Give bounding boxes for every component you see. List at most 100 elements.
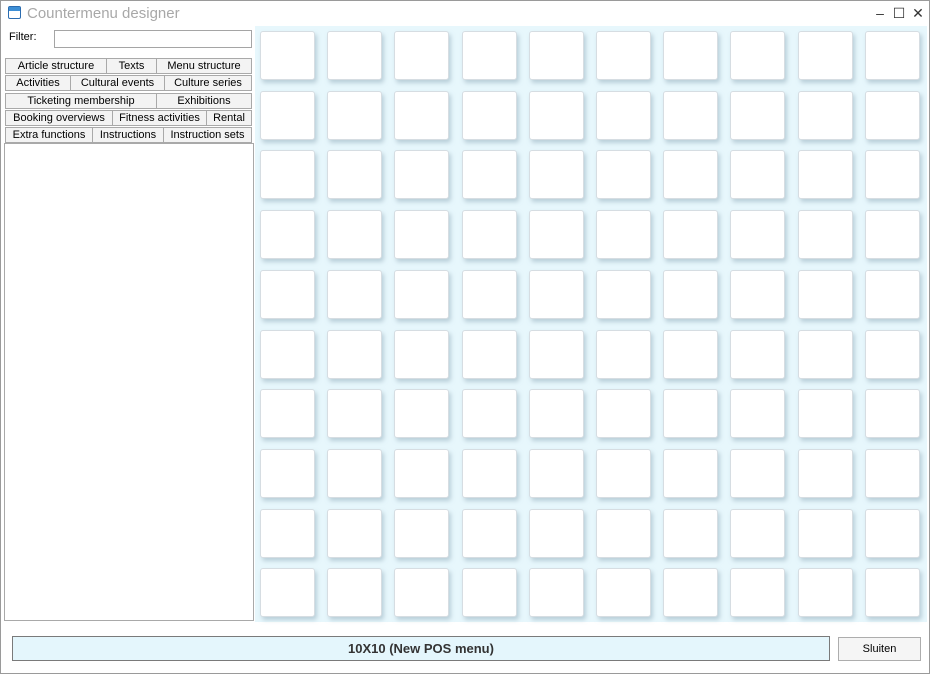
tab-menu-structure[interactable]: Menu structure [156, 58, 252, 74]
grid-cell-button[interactable] [663, 449, 718, 498]
grid-cell-button[interactable] [596, 509, 651, 558]
grid-cell-button[interactable] [865, 330, 920, 379]
grid-cell-button[interactable] [260, 270, 315, 319]
grid-cell-button[interactable] [798, 449, 853, 498]
grid-cell-button[interactable] [865, 150, 920, 199]
grid-cell-button[interactable] [462, 449, 517, 498]
grid-cell-button[interactable] [260, 449, 315, 498]
grid-cell-button[interactable] [529, 31, 584, 80]
grid-cell-button[interactable] [260, 31, 315, 80]
grid-cell-button[interactable] [529, 91, 584, 140]
grid-cell-button[interactable] [529, 509, 584, 558]
grid-cell-button[interactable] [730, 31, 785, 80]
grid-cell-button[interactable] [865, 270, 920, 319]
title-bar[interactable]: Countermenu designer – ☐ ✕ [1, 1, 929, 27]
grid-cell-button[interactable] [730, 210, 785, 259]
grid-cell-button[interactable] [663, 270, 718, 319]
grid-cell-button[interactable] [394, 31, 449, 80]
grid-cell-button[interactable] [327, 568, 382, 617]
grid-cell-button[interactable] [663, 150, 718, 199]
grid-cell-button[interactable] [596, 568, 651, 617]
grid-cell-button[interactable] [260, 389, 315, 438]
grid-cell-button[interactable] [730, 330, 785, 379]
maximize-icon[interactable]: ☐ [890, 3, 908, 23]
grid-cell-button[interactable] [394, 91, 449, 140]
grid-cell-button[interactable] [730, 270, 785, 319]
grid-cell-button[interactable] [394, 150, 449, 199]
grid-cell-button[interactable] [663, 389, 718, 438]
grid-cell-button[interactable] [462, 330, 517, 379]
grid-cell-button[interactable] [865, 568, 920, 617]
grid-cell-button[interactable] [327, 150, 382, 199]
grid-cell-button[interactable] [529, 270, 584, 319]
grid-cell-button[interactable] [798, 509, 853, 558]
close-button[interactable]: Sluiten [838, 637, 921, 661]
grid-cell-button[interactable] [596, 449, 651, 498]
tab-instructions[interactable]: Instructions [92, 127, 163, 143]
grid-cell-button[interactable] [529, 389, 584, 438]
filter-input[interactable] [54, 30, 252, 48]
grid-cell-button[interactable] [596, 91, 651, 140]
grid-cell-button[interactable] [394, 270, 449, 319]
grid-cell-button[interactable] [596, 389, 651, 438]
item-list-panel[interactable] [4, 143, 254, 621]
grid-cell-button[interactable] [394, 568, 449, 617]
grid-cell-button[interactable] [663, 31, 718, 80]
grid-cell-button[interactable] [730, 568, 785, 617]
tab-article-structure[interactable]: Article structure [5, 58, 106, 74]
grid-cell-button[interactable] [260, 91, 315, 140]
grid-cell-button[interactable] [529, 330, 584, 379]
grid-cell-button[interactable] [596, 330, 651, 379]
grid-cell-button[interactable] [529, 449, 584, 498]
grid-cell-button[interactable] [596, 270, 651, 319]
grid-cell-button[interactable] [730, 91, 785, 140]
grid-cell-button[interactable] [798, 270, 853, 319]
grid-cell-button[interactable] [865, 449, 920, 498]
grid-cell-button[interactable] [260, 150, 315, 199]
grid-cell-button[interactable] [865, 210, 920, 259]
grid-cell-button[interactable] [260, 509, 315, 558]
tab-extra-functions[interactable]: Extra functions [5, 127, 92, 143]
grid-cell-button[interactable] [798, 568, 853, 617]
grid-cell-button[interactable] [730, 449, 785, 498]
grid-cell-button[interactable] [462, 31, 517, 80]
grid-cell-button[interactable] [260, 210, 315, 259]
grid-cell-button[interactable] [596, 210, 651, 259]
minimize-icon[interactable]: – [871, 3, 889, 23]
grid-cell-button[interactable] [529, 210, 584, 259]
grid-cell-button[interactable] [462, 389, 517, 438]
grid-cell-button[interactable] [730, 389, 785, 438]
grid-cell-button[interactable] [798, 91, 853, 140]
grid-cell-button[interactable] [529, 150, 584, 199]
grid-cell-button[interactable] [327, 270, 382, 319]
tab-culture-series[interactable]: Culture series [164, 75, 252, 91]
grid-cell-button[interactable] [327, 449, 382, 498]
grid-cell-button[interactable] [462, 210, 517, 259]
grid-cell-button[interactable] [663, 509, 718, 558]
grid-cell-button[interactable] [798, 330, 853, 379]
grid-cell-button[interactable] [865, 91, 920, 140]
grid-cell-button[interactable] [327, 210, 382, 259]
tab-fitness-activities[interactable]: Fitness activities [112, 110, 206, 126]
grid-cell-button[interactable] [798, 389, 853, 438]
grid-cell-button[interactable] [596, 150, 651, 199]
grid-cell-button[interactable] [394, 330, 449, 379]
grid-cell-button[interactable] [529, 568, 584, 617]
grid-cell-button[interactable] [462, 150, 517, 199]
tab-ticketing-membership[interactable]: Ticketing membership [5, 93, 156, 109]
tab-texts[interactable]: Texts [106, 58, 156, 74]
grid-cell-button[interactable] [327, 31, 382, 80]
tab-booking-overviews[interactable]: Booking overviews [5, 110, 112, 126]
grid-cell-button[interactable] [327, 330, 382, 379]
tab-activities[interactable]: Activities [5, 75, 70, 91]
grid-cell-button[interactable] [394, 389, 449, 438]
grid-cell-button[interactable] [462, 568, 517, 617]
grid-cell-button[interactable] [798, 210, 853, 259]
grid-cell-button[interactable] [394, 449, 449, 498]
tab-rental[interactable]: Rental [206, 110, 252, 126]
grid-cell-button[interactable] [394, 210, 449, 259]
grid-cell-button[interactable] [865, 31, 920, 80]
grid-cell-button[interactable] [462, 509, 517, 558]
grid-cell-button[interactable] [327, 91, 382, 140]
grid-cell-button[interactable] [327, 509, 382, 558]
